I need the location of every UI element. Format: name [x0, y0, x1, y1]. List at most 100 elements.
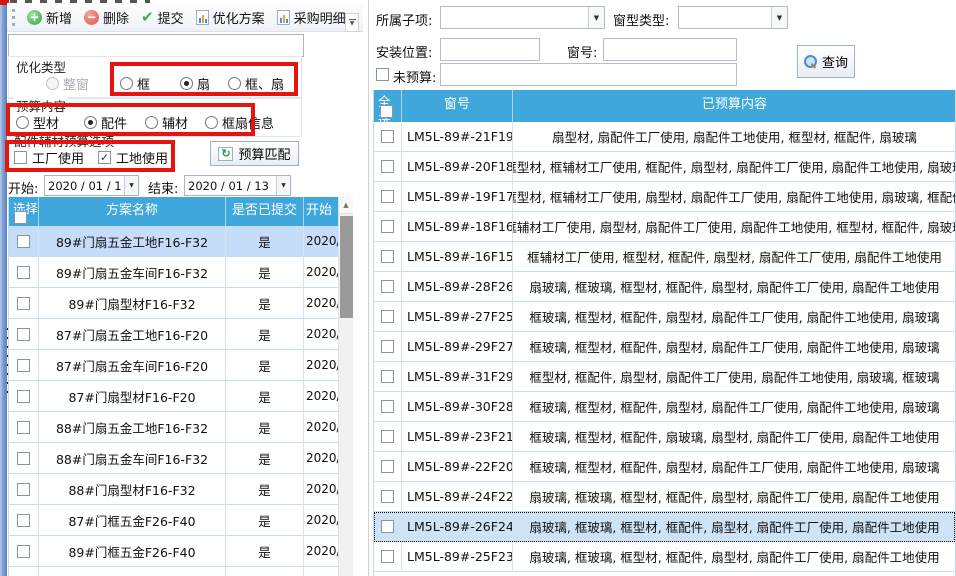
- table-row[interactable]: LM5L-89#-31F29框型材, 框配件, 扇型材, 扇配件工厂使用, 扇配…: [374, 362, 955, 392]
- toolbar-button-add[interactable]: +新增: [21, 6, 78, 29]
- budget-match-button[interactable]: ↻ 预算匹配: [210, 141, 299, 166]
- plan-table-scrollbar[interactable]: ▲: [338, 197, 353, 576]
- table-row[interactable]: LM5L-89#-24F22扇玻璃, 框玻璃, 框型材, 框配件, 扇型材, 扇…: [374, 482, 955, 512]
- table-row[interactable]: LM5L-89#-26F24扇玻璃, 框玻璃, 框型材, 框配件, 扇型材, 扇…: [374, 512, 955, 542]
- table-row[interactable]: 88#门扇五金车间F16-F32是2020/0: [9, 443, 353, 474]
- scroll-up-icon[interactable]: ▲: [339, 197, 353, 214]
- header-window-no[interactable]: 窗号: [402, 90, 513, 122]
- radio-budget-1[interactable]: 型材: [16, 113, 59, 132]
- submitted-cell: 是: [226, 257, 304, 288]
- table-row[interactable]: 87#门扇五金车间F16-F20是2020/0: [9, 350, 353, 381]
- row-checkbox[interactable]: [381, 520, 394, 533]
- table-row[interactable]: 89#门框五金F26-F40是2020/0: [9, 536, 353, 567]
- table-row[interactable]: 88#门扇型材F16-F32是2020/0: [9, 474, 353, 505]
- row-checkbox[interactable]: [381, 370, 394, 383]
- table-row[interactable]: LM5L-89#-18F16框辅材工厂使用, 扇型材, 扇配件工厂使用, 扇配件…: [374, 212, 955, 242]
- table-row[interactable]: LM5L-89#-16F15框辅材工厂使用, 框型材, 框配件, 扇型材, 扇配…: [374, 242, 955, 272]
- table-row[interactable]: 88#门扇五金工地F16-F32是2020/0: [9, 412, 353, 443]
- row-checkbox[interactable]: [381, 400, 394, 413]
- not-budgeted-input[interactable]: [440, 63, 737, 86]
- toolbar-overflow-button[interactable]: ▼: [345, 13, 359, 32]
- table-row[interactable]: LM5L-89#-29F27框玻璃, 框型材, 框配件, 扇型材, 扇配件工厂使…: [374, 332, 955, 362]
- row-checkbox[interactable]: [381, 250, 394, 263]
- table-row[interactable]: 89#门扇五金车间F16-F32是2020/0: [9, 257, 353, 288]
- radio-optimize-2[interactable]: 框: [120, 74, 150, 93]
- plan-filter-input[interactable]: [8, 34, 304, 57]
- checkbox-site-use[interactable]: ✓工地使用: [98, 148, 168, 167]
- chevron-down-icon[interactable]: ▼: [276, 176, 290, 195]
- panel-splitter[interactable]: [368, 0, 369, 576]
- plan-header-submitted[interactable]: 是否已提交: [226, 197, 304, 226]
- row-checkbox[interactable]: [381, 220, 394, 233]
- window-no-input[interactable]: [603, 38, 737, 61]
- toolbar-button-submit-check[interactable]: ✔提交: [135, 6, 190, 29]
- radio-budget-3[interactable]: 辅材: [145, 113, 188, 132]
- row-checkbox[interactable]: [17, 328, 30, 341]
- start-date-cell: 2020/0: [304, 226, 339, 257]
- not-budgeted-checkbox[interactable]: [376, 68, 389, 81]
- plan-header-name[interactable]: 方案名称: [39, 197, 226, 226]
- row-checkbox[interactable]: [17, 514, 30, 527]
- row-checkbox[interactable]: [381, 490, 394, 503]
- select-all-windows-checkbox[interactable]: [380, 105, 393, 118]
- row-checkbox[interactable]: [17, 545, 30, 558]
- radio-budget-2[interactable]: 配件: [84, 113, 127, 132]
- window-type-select[interactable]: ▼: [678, 6, 788, 29]
- row-checkbox[interactable]: [381, 190, 394, 203]
- select-all-plans-checkbox[interactable]: [14, 211, 27, 224]
- query-button[interactable]: 查询: [797, 45, 855, 78]
- plan-header-start[interactable]: 开始: [304, 197, 339, 226]
- radio-optimize-4[interactable]: 框、扇: [228, 74, 284, 93]
- row-checkbox[interactable]: [17, 483, 30, 496]
- checkbox-factory-use[interactable]: 工厂使用: [14, 148, 84, 167]
- row-checkbox[interactable]: [17, 359, 30, 372]
- row-checkbox[interactable]: [17, 297, 30, 310]
- row-checkbox[interactable]: [381, 310, 394, 323]
- chevron-down-icon[interactable]: ▼: [588, 7, 604, 28]
- row-checkbox[interactable]: [381, 550, 394, 563]
- start-date-picker[interactable]: 2020 / 01 / 1 ▼: [44, 175, 139, 196]
- table-row[interactable]: LM5L-89#-20F18框型材, 框辅材工厂使用, 框配件, 扇型材, 扇配…: [374, 152, 955, 182]
- row-checkbox[interactable]: [381, 280, 394, 293]
- sub-item-select[interactable]: ▼: [440, 6, 605, 29]
- table-row[interactable]: LM5L-89#-23F21框玻璃, 框型材, 框配件, 扇玻璃, 扇型材, 扇…: [374, 422, 955, 452]
- end-date-picker[interactable]: 2020 / 01 / 13 ▼: [184, 175, 291, 196]
- table-row[interactable]: LM5L-89#-28F26扇玻璃, 框玻璃, 框型材, 框配件, 扇型材, 扇…: [374, 272, 955, 302]
- toolbar-grip[interactable]: [12, 9, 15, 26]
- chevron-down-icon[interactable]: ▼: [124, 176, 138, 195]
- toolbar-button-report[interactable]: 优化方案: [190, 6, 271, 29]
- radio-optimize-1[interactable]: 整窗: [46, 74, 89, 93]
- row-checkbox[interactable]: [17, 421, 30, 434]
- table-row[interactable]: 87#门框五金F26-F40是2020/0: [9, 505, 353, 536]
- table-row[interactable]: 89#门扇型材F16-F32是2020/0: [9, 288, 353, 319]
- table-row[interactable]: LM5L-89#-21F19扇型材, 扇配件工厂使用, 扇配件工地使用, 框型材…: [374, 122, 955, 152]
- table-row[interactable]: LM5L-89#-27F25框玻璃, 框型材, 框配件, 扇型材, 扇配件工厂使…: [374, 302, 955, 332]
- scrollbar-thumb[interactable]: [340, 216, 353, 318]
- submitted-cell: 是: [226, 443, 304, 474]
- header-budgeted-content[interactable]: 已预算内容: [513, 90, 956, 122]
- row-checkbox[interactable]: [17, 266, 30, 279]
- table-row[interactable]: 87#门扇五金工地F16-F20是2020/0: [9, 319, 353, 350]
- row-checkbox[interactable]: [381, 340, 394, 353]
- row-checkbox[interactable]: [381, 460, 394, 473]
- row-checkbox[interactable]: [381, 160, 394, 173]
- row-checkbox[interactable]: [17, 390, 30, 403]
- radio-label: 型材: [33, 113, 59, 132]
- row-checkbox[interactable]: [17, 452, 30, 465]
- toolbar-button-label: 新增: [46, 8, 72, 27]
- table-row[interactable]: LM5L-89#-19F17框型材, 框辅材工厂使用, 扇型材, 扇配件工厂使用…: [374, 182, 955, 212]
- table-row[interactable]: LM5L-89#-25F23扇玻璃, 框玻璃, 框型材, 框配件, 扇型材, 扇…: [374, 542, 955, 572]
- row-checkbox[interactable]: [381, 130, 394, 143]
- table-row[interactable]: LM5L-89#-22F20框玻璃, 框型材, 框配件, 扇型材, 扇配件工厂使…: [374, 452, 955, 482]
- radio-budget-4[interactable]: 框扇信息: [205, 113, 274, 132]
- row-checkbox[interactable]: [381, 430, 394, 443]
- install-position-input[interactable]: [440, 38, 540, 61]
- table-row[interactable]: 88#门框五金F21-F40是2020/0: [9, 567, 353, 576]
- radio-optimize-3[interactable]: 扇: [180, 74, 210, 93]
- table-row[interactable]: 87#门扇型材F16-F20是2020/0: [9, 381, 353, 412]
- toolbar-button-remove[interactable]: −删除: [78, 6, 135, 29]
- table-row[interactable]: LM5L-89#-30F28框玻璃, 框型材, 框配件, 扇型材, 扇配件工厂使…: [374, 392, 955, 422]
- table-row[interactable]: 89#门扇五金工地F16-F32是2020/0: [9, 226, 353, 257]
- row-checkbox[interactable]: [17, 235, 30, 248]
- chevron-down-icon[interactable]: ▼: [771, 7, 787, 28]
